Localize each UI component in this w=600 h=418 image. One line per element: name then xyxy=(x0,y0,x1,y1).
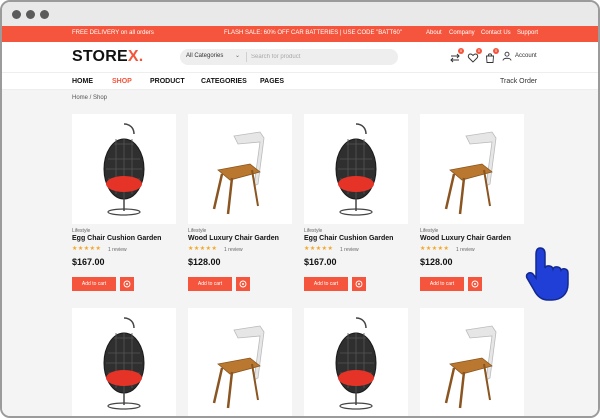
product-image[interactable] xyxy=(188,308,292,416)
search-divider xyxy=(246,52,247,62)
nav-pages[interactable]: PAGES xyxy=(260,78,284,85)
wood-chair-image xyxy=(444,131,497,215)
egg-chair-image xyxy=(103,123,145,216)
quick-view-button[interactable] xyxy=(120,277,134,291)
product-image[interactable] xyxy=(188,114,292,224)
announcement-bar: FREE DELIVERY on all orders FLASH SALE: … xyxy=(2,26,598,42)
top-link-company[interactable]: Company xyxy=(449,30,475,36)
flash-sale-text: FLASH SALE: 60% OFF CAR BATTERIES | USE … xyxy=(224,30,402,36)
product-card[interactable]: Lifestyle Wood Luxury Chair Garden ★★★★★… xyxy=(420,114,524,314)
track-order-link[interactable]: Track Order xyxy=(500,78,537,85)
review-count: 1 review xyxy=(224,247,243,253)
rating-stars: ★★★★★ xyxy=(188,246,218,252)
cart-button[interactable]: 0 xyxy=(484,48,499,63)
product-category: Lifestyle xyxy=(304,228,323,234)
product-category: Lifestyle xyxy=(72,228,91,234)
main-nav: HOME SHOP PRODUCT CATEGORIES PAGES Track… xyxy=(2,72,598,90)
chevron-down-icon[interactable]: ⌄ xyxy=(235,52,240,59)
nav-categories[interactable]: CATEGORIES xyxy=(201,78,247,85)
rating-stars: ★★★★★ xyxy=(420,246,450,252)
eye-icon xyxy=(471,280,479,288)
site-header: STOREX. All Categories ⌄ 0 0 0 xyxy=(2,42,598,72)
product-category: Lifestyle xyxy=(188,228,207,234)
quick-view-button[interactable] xyxy=(236,277,250,291)
wood-chair-image xyxy=(212,325,265,409)
add-to-cart-button[interactable]: Add to cart xyxy=(304,277,348,291)
wishlist-count-badge: 0 xyxy=(476,48,482,54)
nav-product[interactable]: PRODUCT xyxy=(150,78,185,85)
eye-icon xyxy=(355,280,363,288)
logo-accent: X. xyxy=(127,48,144,65)
quick-view-button[interactable] xyxy=(352,277,366,291)
egg-chair-image xyxy=(335,317,377,410)
shop-content: Home / Shop Lifestyle Egg Chair Cushion … xyxy=(2,90,598,416)
product-card[interactable] xyxy=(420,308,524,416)
eye-icon xyxy=(239,280,247,288)
compare-button[interactable]: 0 xyxy=(449,48,464,63)
product-card[interactable]: Lifestyle Egg Chair Cushion Garden ★★★★★… xyxy=(304,114,408,314)
product-name[interactable]: Egg Chair Cushion Garden xyxy=(72,235,161,242)
search-bar: All Categories ⌄ xyxy=(180,49,398,65)
egg-chair-image xyxy=(103,317,145,410)
nav-shop[interactable]: SHOP xyxy=(112,78,132,85)
product-card[interactable] xyxy=(304,308,408,416)
rating-stars: ★★★★★ xyxy=(304,246,334,252)
wishlist-button[interactable]: 0 xyxy=(467,48,482,63)
user-icon xyxy=(502,51,512,61)
product-image[interactable] xyxy=(420,114,524,224)
product-image[interactable] xyxy=(420,308,524,416)
add-to-cart-button[interactable]: Add to cart xyxy=(72,277,116,291)
window-dot-icon xyxy=(12,10,21,19)
top-link-about[interactable]: About xyxy=(426,30,442,36)
top-link-support[interactable]: Support xyxy=(517,30,538,36)
account-label: Account xyxy=(515,53,537,59)
quick-view-button[interactable] xyxy=(468,277,482,291)
add-to-cart-button[interactable]: Add to cart xyxy=(420,277,464,291)
product-image[interactable] xyxy=(304,114,408,224)
browser-window: FREE DELIVERY on all orders FLASH SALE: … xyxy=(0,0,600,418)
egg-chair-image xyxy=(335,123,377,216)
pointer-hand-icon xyxy=(518,242,578,307)
product-image[interactable] xyxy=(304,308,408,416)
review-count: 1 review xyxy=(456,247,475,253)
review-count: 1 review xyxy=(108,247,127,253)
browser-chrome xyxy=(2,2,598,26)
product-card[interactable]: Lifestyle Egg Chair Cushion Garden ★★★★★… xyxy=(72,114,176,314)
product-price: $167.00 xyxy=(304,257,337,267)
search-input[interactable] xyxy=(251,51,391,63)
product-card[interactable]: Lifestyle Wood Luxury Chair Garden ★★★★★… xyxy=(188,114,292,314)
top-link-contact[interactable]: Contact Us xyxy=(481,30,511,36)
wood-chair-image xyxy=(212,131,265,215)
nav-home[interactable]: HOME xyxy=(72,78,93,85)
eye-icon xyxy=(123,280,131,288)
hand-cursor-icon xyxy=(525,247,569,301)
product-image[interactable] xyxy=(72,114,176,224)
breadcrumb[interactable]: Home / Shop xyxy=(72,95,107,101)
cart-count-badge: 0 xyxy=(493,48,499,54)
store-logo[interactable]: STOREX. xyxy=(72,48,143,66)
category-select[interactable]: All Categories xyxy=(186,53,223,59)
product-image[interactable] xyxy=(72,308,176,416)
product-price: $167.00 xyxy=(72,257,105,267)
product-name[interactable]: Wood Luxury Chair Garden xyxy=(188,235,279,242)
window-dot-icon xyxy=(26,10,35,19)
rating-stars: ★★★★★ xyxy=(72,246,102,252)
product-card[interactable] xyxy=(188,308,292,416)
window-dot-icon xyxy=(40,10,49,19)
product-category: Lifestyle xyxy=(420,228,439,234)
logo-text: STORE xyxy=(72,48,128,65)
product-card[interactable] xyxy=(72,308,176,416)
wood-chair-image xyxy=(444,325,497,409)
product-name[interactable]: Wood Luxury Chair Garden xyxy=(420,235,511,242)
product-price: $128.00 xyxy=(188,257,221,267)
review-count: 1 review xyxy=(340,247,359,253)
promo-text: FREE DELIVERY on all orders xyxy=(72,30,154,36)
product-name[interactable]: Egg Chair Cushion Garden xyxy=(304,235,393,242)
product-price: $128.00 xyxy=(420,257,453,267)
compare-count-badge: 0 xyxy=(458,48,464,54)
add-to-cart-button[interactable]: Add to cart xyxy=(188,277,232,291)
